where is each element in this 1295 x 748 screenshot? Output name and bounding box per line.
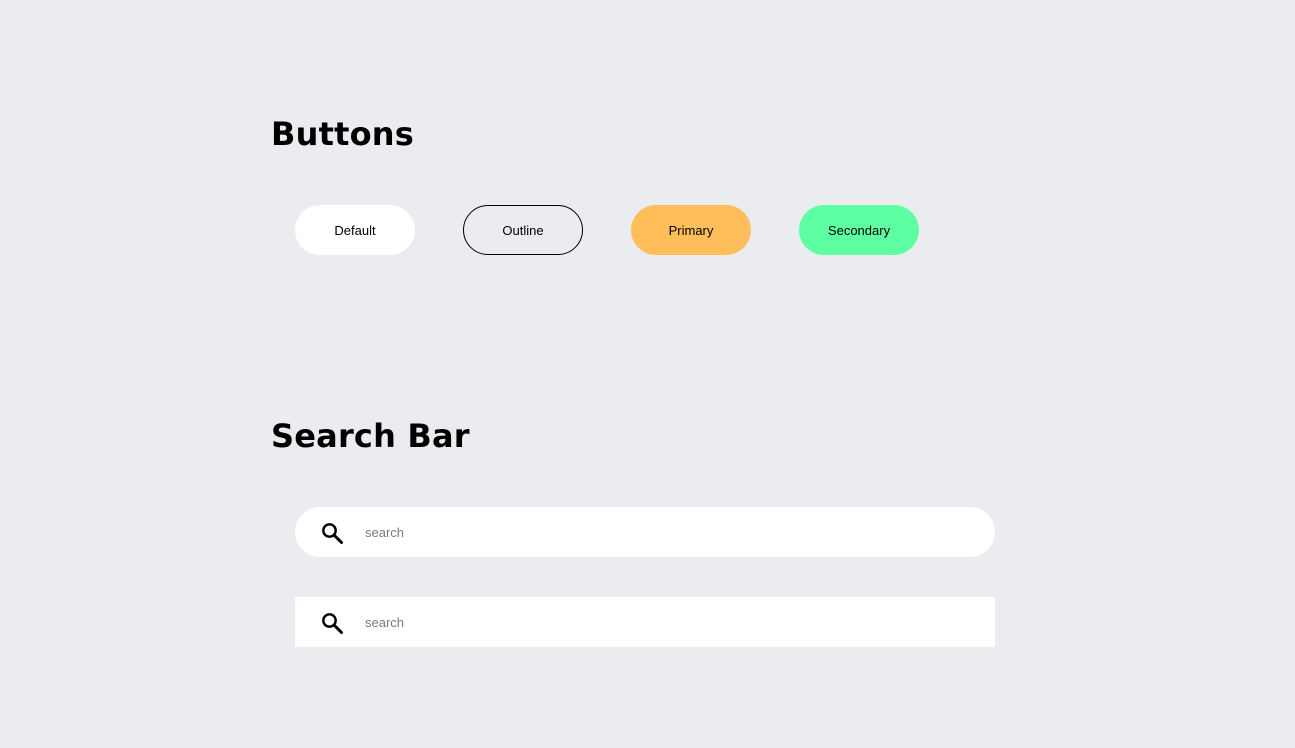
rounded-search-input[interactable] bbox=[365, 507, 965, 557]
buttons-section-title: Buttons bbox=[271, 115, 414, 153]
rounded-search-bar[interactable] bbox=[295, 507, 995, 557]
square-search-bar[interactable] bbox=[295, 597, 995, 647]
search-bar-section-title: Search Bar bbox=[271, 417, 470, 455]
outline-button[interactable]: Outline bbox=[463, 205, 583, 255]
primary-button[interactable]: Primary bbox=[631, 205, 751, 255]
secondary-button[interactable]: Secondary bbox=[799, 205, 919, 255]
search-icon bbox=[322, 523, 343, 544]
square-search-input[interactable] bbox=[365, 597, 965, 647]
search-icon bbox=[322, 613, 343, 634]
default-button[interactable]: Default bbox=[295, 205, 415, 255]
